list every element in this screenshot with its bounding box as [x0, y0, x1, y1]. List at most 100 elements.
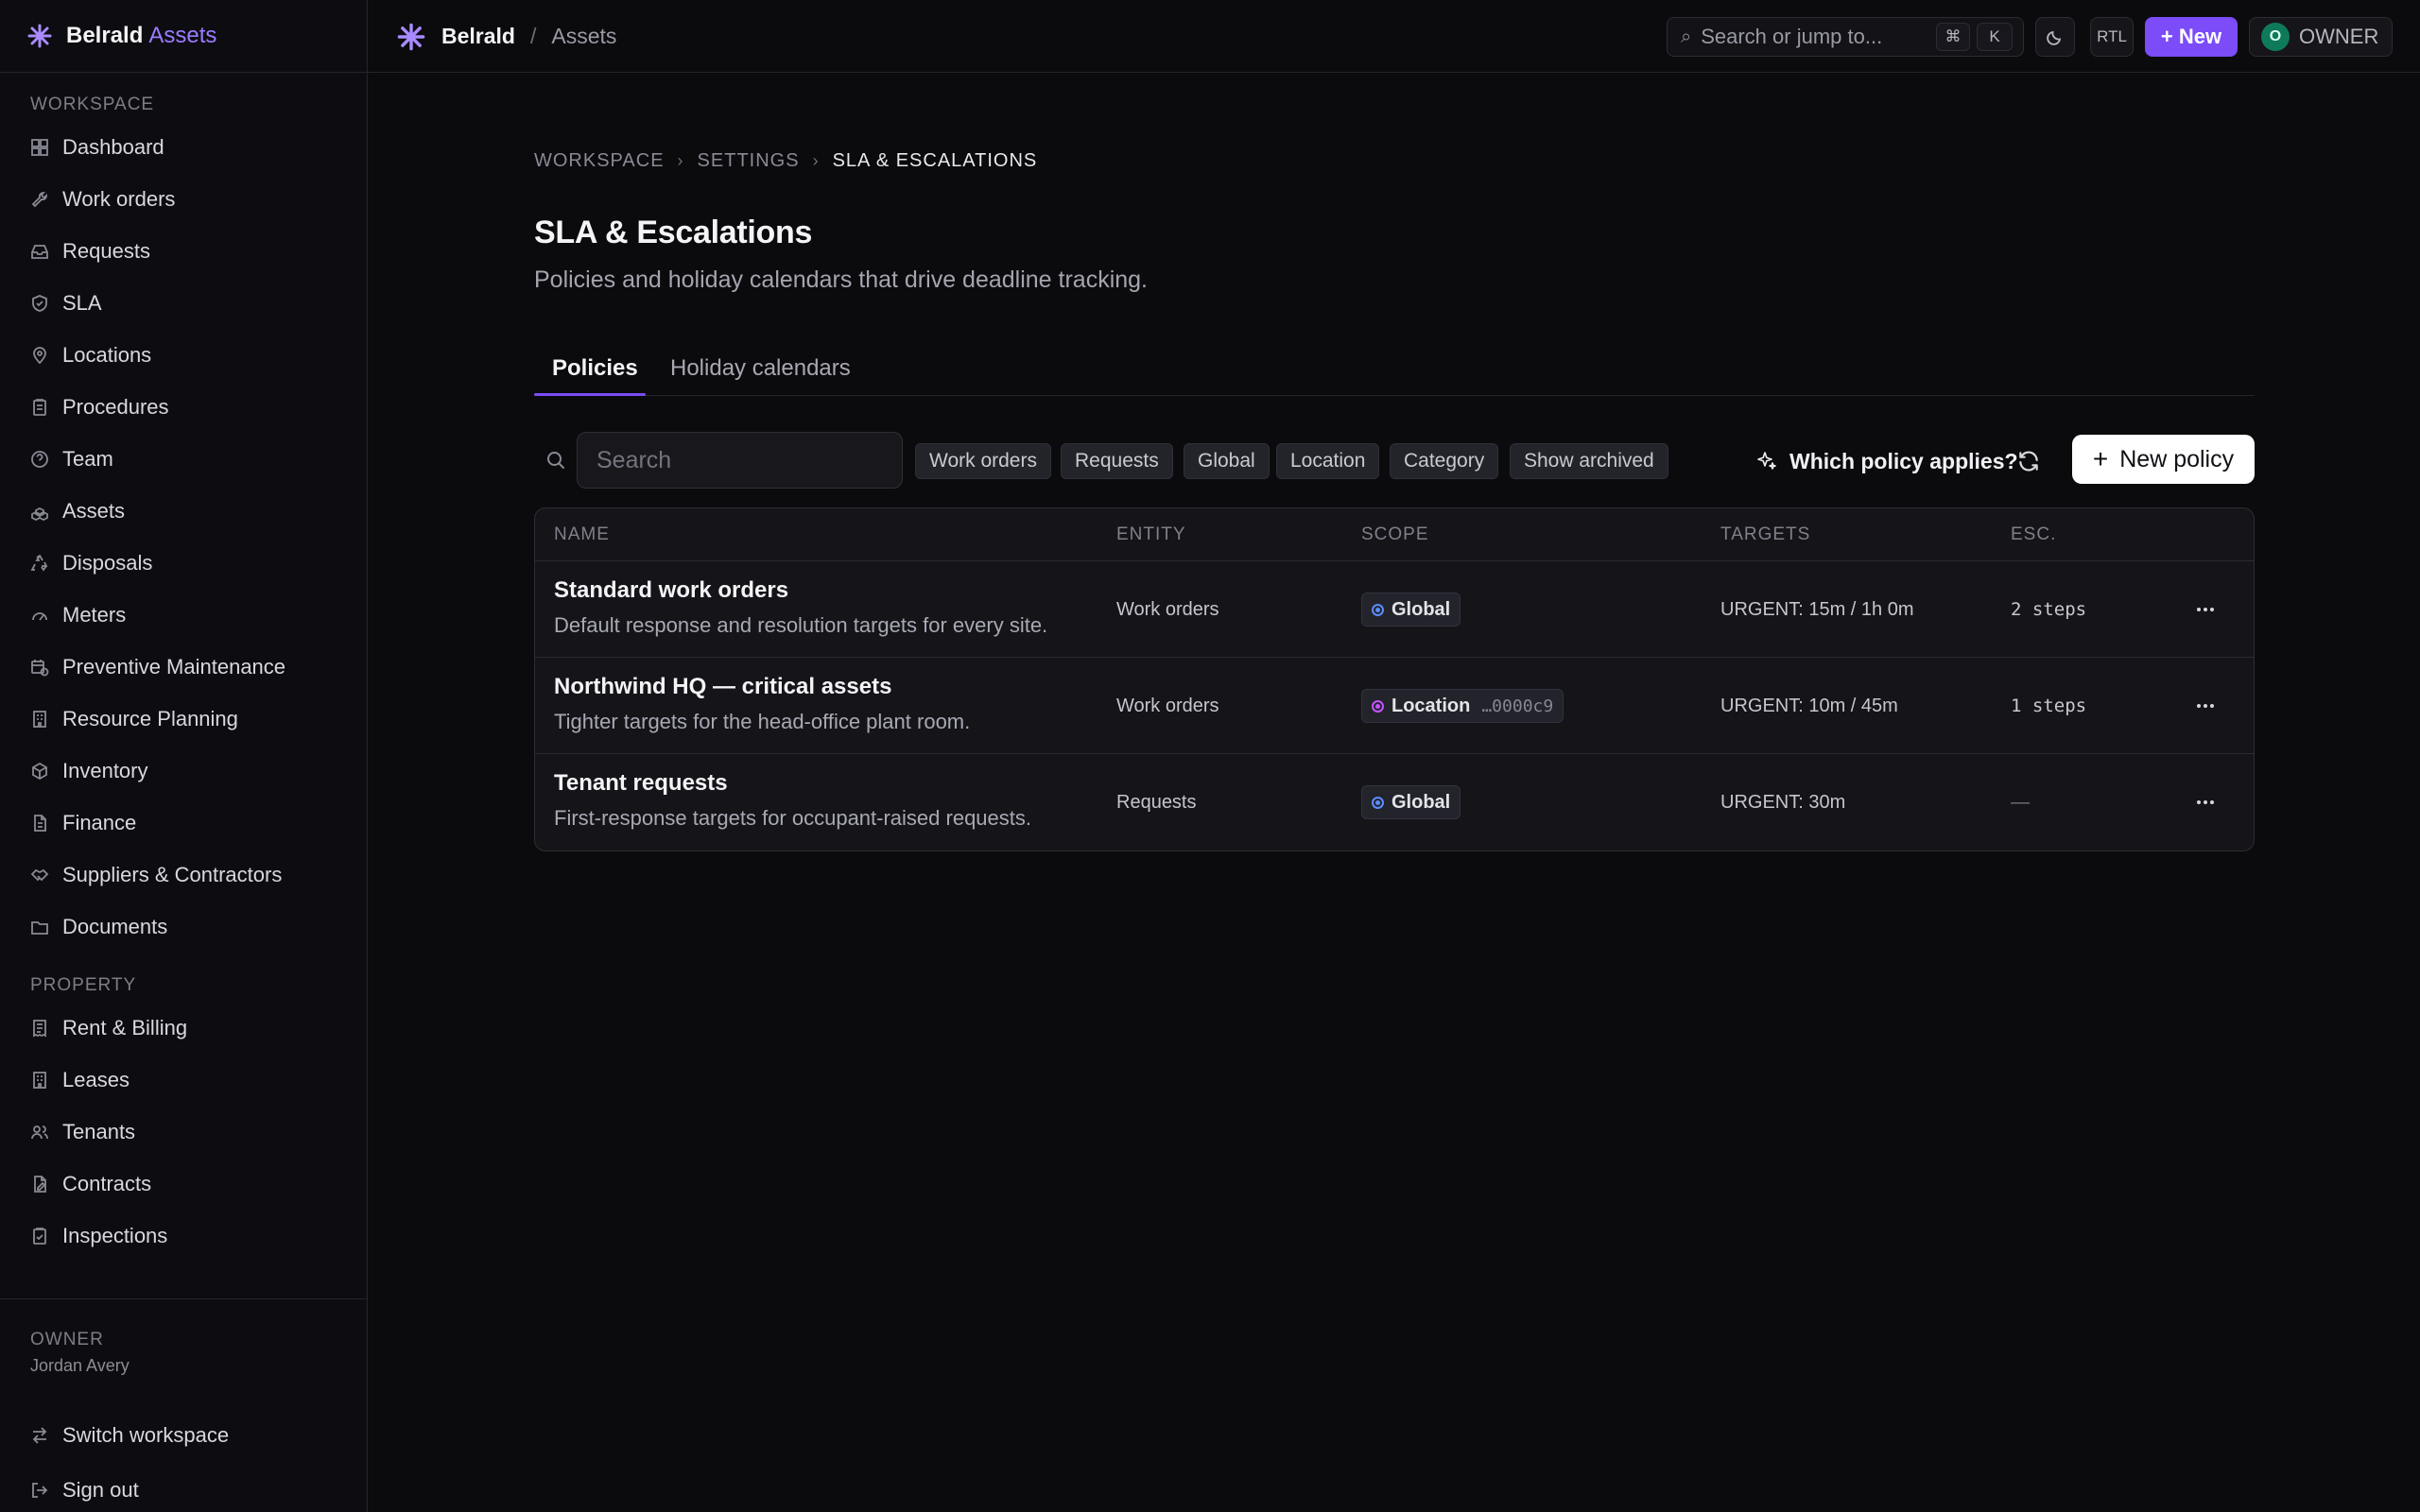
policy-search-input[interactable] [577, 432, 903, 489]
column-header-name[interactable]: NAME [554, 508, 610, 561]
column-header-scope[interactable]: SCOPE [1361, 508, 1429, 561]
column-header-targets[interactable]: TARGETS [1720, 508, 1810, 561]
sidebar-footer: OWNER Jordan Avery Switch workspace Sign… [0, 1298, 368, 1512]
policy-targets: URGENT: 30m [1720, 791, 1846, 813]
sidebar-item-meters[interactable]: Meters [0, 589, 368, 641]
sidebar-item-preventive-maintenance[interactable]: Preventive Maintenance [0, 641, 368, 693]
sidebar-item-team[interactable]: Team [0, 433, 368, 485]
workspace-section-label: WORKSPACE [30, 94, 155, 114]
sidebar-item-tenants[interactable]: Tenants [0, 1106, 368, 1158]
tabs: Policies Holiday calendars [534, 341, 2255, 396]
filter-chip-requests[interactable]: Requests [1061, 443, 1173, 479]
topbar: Belrald / Assets ⌕ Search or jump to... … [368, 0, 2420, 73]
policy-scope-cell: Global [1361, 754, 1461, 850]
row-actions-button[interactable] [2193, 658, 2218, 754]
plus-icon: + [2092, 444, 2109, 473]
tab-policies[interactable]: Policies [552, 341, 638, 396]
sidebar-item-contracts[interactable]: Contracts [0, 1158, 368, 1210]
brand-name: Belrald [66, 23, 144, 48]
refresh-icon[interactable] [2016, 449, 2041, 473]
brand-accent: Assets [148, 23, 217, 48]
filter-chip-work-orders[interactable]: Work orders [915, 443, 1051, 479]
sidebar-item-sla[interactable]: SLA [0, 277, 368, 329]
policy-name[interactable]: Tenant requests [554, 770, 728, 797]
which-policy-applies-button[interactable]: Which policy applies? [1755, 441, 2018, 481]
sidebar-item-documents[interactable]: Documents [0, 901, 368, 953]
sidebar-item-label: Dashboard [62, 134, 164, 159]
workspace-name[interactable]: Belrald [441, 24, 515, 49]
filter-chip-show-archived[interactable]: Show archived [1510, 443, 1668, 479]
rtl-toggle-button[interactable]: RTL [2090, 17, 2134, 57]
sidebar-item-label: Tenants [62, 1119, 136, 1143]
tab-policies-label: Policies [552, 355, 638, 381]
sidebar-item-locations[interactable]: Locations [0, 329, 368, 381]
policy-name[interactable]: Northwind HQ — critical assets [554, 674, 891, 700]
switch-workspace-label: Switch workspace [62, 1422, 230, 1447]
policy-entity: Work orders [1116, 695, 1219, 716]
sidebar-item-requests[interactable]: Requests [0, 225, 368, 277]
filter-chip-category[interactable]: Category [1390, 443, 1499, 479]
switch-workspace-button[interactable]: Switch workspace [0, 1409, 229, 1461]
column-header-entity[interactable]: ENTITY [1116, 508, 1186, 561]
sidebar-item-disposals[interactable]: Disposals [0, 537, 368, 589]
theme-toggle-button[interactable] [2035, 17, 2075, 57]
top-breadcrumb: Belrald / Assets [396, 0, 616, 73]
new-button[interactable]: + New [2145, 17, 2238, 57]
workspace-logo-icon [397, 23, 425, 50]
filter-chip-location[interactable]: Location [1276, 443, 1380, 479]
breadcrumb-workspace[interactable]: WORKSPACE [534, 150, 665, 172]
brand[interactable]: Belrald Assets [0, 0, 367, 73]
page-subtitle: Policies and holiday calendars that driv… [534, 266, 1148, 293]
sidebar-item-procedures[interactable]: Procedures [0, 381, 368, 433]
policy-escalation-steps: 1 steps [2011, 696, 2087, 716]
sparkles-icon [1757, 452, 1776, 470]
sidebar-item-resource-planning[interactable]: Resource Planning [0, 693, 368, 745]
sidebar-item-work-orders[interactable]: Work orders [0, 173, 368, 225]
search-icon: ⌕ [1681, 26, 1692, 47]
policy-description: Tighter targets for the head-office plan… [554, 710, 971, 733]
clipboard-check-icon [33, 1227, 46, 1245]
scope-label: Global [1392, 791, 1451, 813]
account-role-label: OWNER [2299, 25, 2379, 48]
sidebar-item-inventory[interactable]: Inventory [0, 745, 368, 797]
global-search-placeholder: Search or jump to... [1701, 25, 1883, 48]
new-policy-button[interactable]: + New policy [2072, 435, 2255, 484]
filter-chip-global[interactable]: Global [1184, 443, 1270, 479]
sidebar-item-leases[interactable]: Leases [0, 1054, 368, 1106]
policy-targets: URGENT: 15m / 1h 0m [1720, 598, 1914, 620]
row-actions-button[interactable] [2193, 754, 2218, 850]
account-menu-button[interactable]: O OWNER [2249, 17, 2393, 57]
policy-name[interactable]: Standard work orders [554, 577, 788, 604]
more-icon [2197, 608, 2201, 611]
sidebar-item-rent-billing[interactable]: Rent & Billing [0, 1002, 368, 1054]
sign-out-label: Sign out [62, 1477, 139, 1502]
sidebar-item-label: Contracts [62, 1171, 152, 1195]
sidebar-item-inspections[interactable]: Inspections [0, 1210, 368, 1262]
table-row[interactable]: Tenant requests First-response targets f… [535, 754, 2254, 850]
breadcrumb-settings[interactable]: SETTINGS [698, 150, 800, 172]
table-row[interactable]: Standard work orders Default response an… [535, 561, 2254, 658]
sign-out-button[interactable]: Sign out [0, 1464, 139, 1512]
column-header-esc[interactable]: ESC. [2011, 508, 2056, 561]
sidebar-item-label: Preventive Maintenance [62, 654, 286, 679]
current-section[interactable]: Assets [551, 24, 616, 49]
global-search[interactable]: ⌕ Search or jump to... ⌘ K [1667, 17, 2024, 57]
sidebar-item-label: Disposals [62, 550, 153, 575]
row-actions-button[interactable] [2193, 561, 2218, 658]
table-row[interactable]: Northwind HQ — critical assets Tighter t… [535, 658, 2254, 754]
sidebar-item-finance[interactable]: Finance [0, 797, 368, 849]
policy-escalation-steps: — [2011, 791, 2030, 813]
dashboard-icon [31, 138, 48, 156]
sidebar-item-suppliers-contractors[interactable]: Suppliers & Contractors [0, 849, 368, 901]
users-icon [31, 1125, 48, 1139]
sidebar-item-assets[interactable]: Assets [0, 485, 368, 537]
kbd-cmd: ⌘ [1936, 23, 1970, 51]
sidebar-item-dashboard[interactable]: Dashboard [0, 121, 368, 173]
shield-icon [32, 294, 47, 312]
calendar-clock-icon [31, 659, 49, 676]
tab-holiday-calendars[interactable]: Holiday calendars [670, 341, 851, 396]
sidebar-item-label: Work orders [62, 186, 176, 211]
gauge-icon [32, 611, 47, 621]
breadcrumb: WORKSPACE › SETTINGS › SLA & ESCALATIONS [534, 150, 1037, 172]
kbd-k: K [1977, 23, 2013, 51]
